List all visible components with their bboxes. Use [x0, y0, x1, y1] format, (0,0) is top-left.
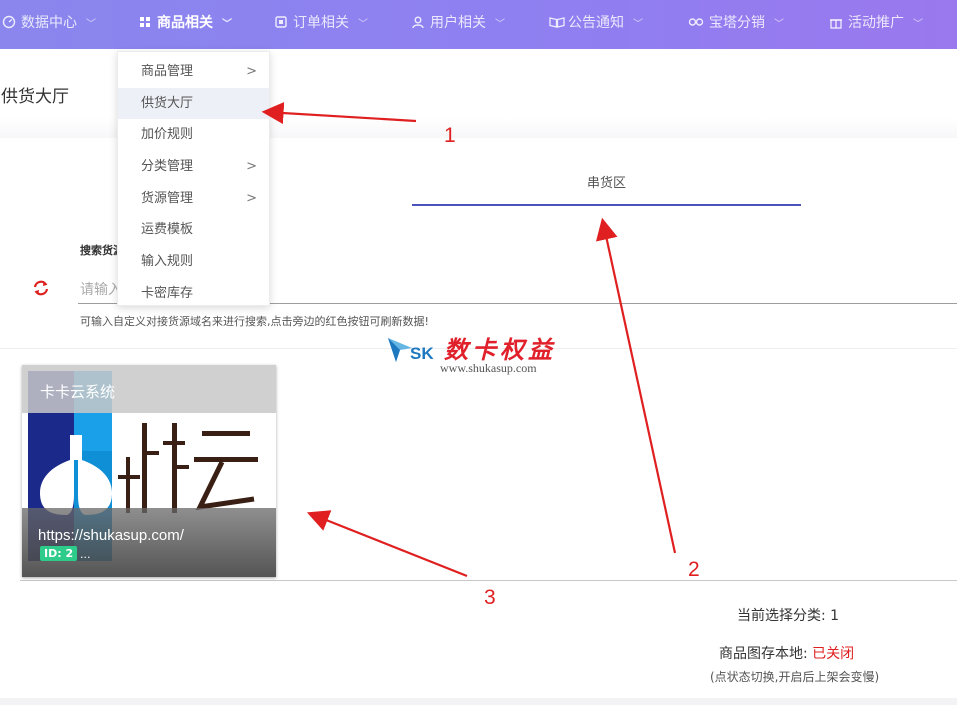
- chevron-right-icon: >: [246, 159, 257, 174]
- nav-item-announcements[interactable]: 公告通知 ﹀: [549, 0, 643, 44]
- refresh-icon[interactable]: [31, 278, 51, 298]
- nav-item-label: 商品相关: [157, 15, 213, 31]
- chevron-down-icon: ﹀: [774, 18, 784, 30]
- supplier-url: https://shukasup.com/: [38, 527, 184, 544]
- watermark-name: 数卡权益: [444, 335, 556, 364]
- image-storage-label: 商品图存本地:: [719, 646, 813, 662]
- menu-item-label: 加价规则: [141, 127, 194, 142]
- link-icon: [688, 15, 704, 29]
- menu-item-category-management[interactable]: 分类管理 >: [118, 151, 269, 182]
- watermark-brand: SK: [410, 344, 434, 363]
- menu-item-label: 商品管理: [141, 64, 194, 79]
- nav-item-label: 活动推广: [848, 15, 904, 31]
- annotation-label-2: 2: [688, 558, 700, 581]
- nav-item-promotions[interactable]: 活动推广 ﹀: [829, 0, 923, 44]
- menu-item-source-management[interactable]: 货源管理 >: [118, 183, 269, 214]
- chevron-down-icon: ﹀: [222, 18, 232, 30]
- supplier-id-badge: ID: 2: [40, 546, 78, 561]
- menu-item-product-management[interactable]: 商品管理 >: [118, 56, 269, 87]
- bottom-divider: [0, 698, 957, 705]
- chevron-down-icon: ﹀: [633, 18, 643, 30]
- tab-transfer-zone[interactable]: 串货区: [412, 172, 801, 191]
- current-category-label: 当前选择分类:: [737, 608, 831, 624]
- current-category-value: 1: [830, 608, 840, 624]
- nav-item-label: 订单相关: [293, 15, 349, 31]
- menu-item-label: 运费模板: [141, 222, 194, 237]
- annotation-label-3: 3: [484, 586, 496, 609]
- chevron-down-icon: ﹀: [913, 18, 923, 30]
- chevron-right-icon: >: [246, 64, 257, 79]
- grid-icon: [138, 15, 152, 29]
- menu-item-shipping-templates[interactable]: 运费模板: [118, 214, 269, 245]
- supplier-card-list: 卡卡云系统 https://shukasup.com/ ID: 2 ...: [20, 363, 957, 581]
- nav-item-label: 公告通知: [568, 15, 624, 31]
- menu-item-card-inventory[interactable]: 卡密库存: [118, 278, 269, 309]
- dashboard-icon: [2, 15, 16, 29]
- nav-item-products[interactable]: 商品相关 ﹀: [138, 0, 232, 44]
- nav-item-label: 用户相关: [430, 15, 486, 31]
- order-icon: [274, 15, 288, 29]
- chevron-right-icon: >: [246, 191, 257, 206]
- nav-item-distribution[interactable]: 宝塔分销 ﹀: [688, 0, 784, 44]
- image-local-storage: 商品图存本地: 已关闭: [719, 643, 854, 663]
- menu-item-label: 分类管理: [141, 159, 194, 174]
- menu-item-supply-hall[interactable]: 供货大厅: [118, 88, 269, 119]
- user-icon: [411, 15, 425, 29]
- nav-item-label: 数据中心: [21, 15, 77, 31]
- page-title: 供货大厅: [1, 87, 69, 107]
- chevron-down-icon: ﹀: [86, 18, 96, 30]
- supplier-name: 卡卡云系统: [40, 383, 116, 401]
- menu-item-input-rules[interactable]: 输入规则: [118, 246, 269, 277]
- supplier-card[interactable]: 卡卡云系统 https://shukasup.com/ ID: 2 ...: [22, 365, 276, 577]
- products-dropdown-menu: 商品管理 > 供货大厅 加价规则 分类管理 > 货源管理 > 运费模板 输入规则…: [117, 51, 270, 306]
- nav-item-label: 宝塔分销: [709, 15, 765, 31]
- current-category: 当前选择分类: 1: [737, 605, 839, 625]
- gift-icon: [829, 15, 843, 29]
- book-icon: [549, 15, 565, 29]
- nav-item-data-center[interactable]: 数据中心 ﹀: [2, 0, 96, 44]
- menu-item-markup-rules[interactable]: 加价规则: [118, 119, 269, 150]
- search-hint: 可输入自定义对接货源域名来进行搜索,点击旁边的红色按钮可刷新数据!: [80, 315, 429, 328]
- image-storage-toggle[interactable]: 已关闭: [812, 646, 854, 662]
- chevron-down-icon: ﹀: [495, 18, 505, 30]
- tab-active-indicator: [412, 204, 801, 206]
- menu-item-label: 货源管理: [141, 191, 194, 206]
- top-nav: 数据中心 ﹀ 商品相关 ﹀ 订单相关 ﹀ 用户相关 ﹀ 公告通知 ﹀ 宝塔分销 …: [0, 0, 957, 49]
- card-ellipsis: ...: [80, 548, 91, 561]
- menu-item-label: 供货大厅: [141, 96, 194, 111]
- menu-item-label: 输入规则: [141, 254, 194, 269]
- menu-item-label: 卡密库存: [141, 286, 194, 301]
- chevron-down-icon: ﹀: [358, 18, 368, 30]
- nav-item-orders[interactable]: 订单相关 ﹀: [274, 0, 368, 44]
- image-storage-note: (点状态切换,开启后上架会变慢): [710, 670, 880, 684]
- annotation-label-1: 1: [444, 124, 456, 147]
- nav-item-users[interactable]: 用户相关 ﹀: [411, 0, 505, 44]
